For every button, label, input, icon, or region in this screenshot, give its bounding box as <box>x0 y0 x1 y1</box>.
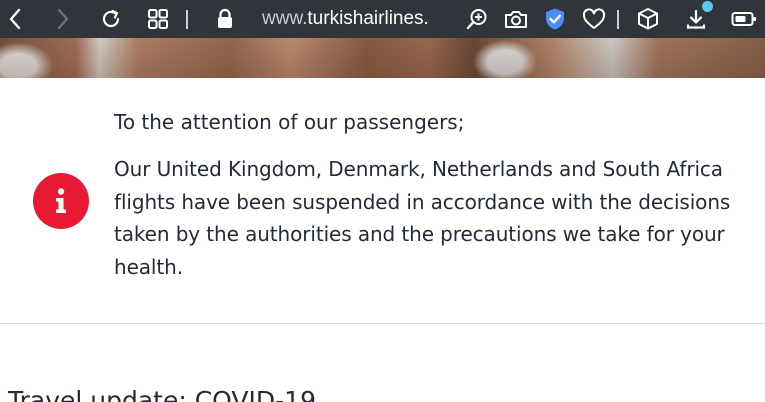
battery-icon[interactable] <box>730 0 758 38</box>
forward-icon[interactable] <box>52 0 74 38</box>
heart-icon[interactable] <box>581 0 607 38</box>
reload-icon[interactable] <box>98 0 124 38</box>
shield-check-icon[interactable] <box>543 0 567 38</box>
browser-toolbar: www.turkishairlines. <box>0 0 765 38</box>
download-badge-dot <box>702 1 713 12</box>
address-bar-url[interactable]: www.turkishairlines. <box>262 6 448 32</box>
hero-image <box>0 38 765 78</box>
url-prefix: www. <box>262 8 308 29</box>
camera-icon[interactable] <box>503 0 529 38</box>
back-icon[interactable] <box>4 0 26 38</box>
travel-update-heading[interactable]: Travel update: COVID-19 <box>8 384 748 402</box>
section-divider <box>0 323 765 324</box>
toolbar-separator <box>186 10 188 29</box>
tabs-grid-icon[interactable] <box>145 0 171 38</box>
hero-shade <box>0 38 765 78</box>
zoom-in-icon[interactable] <box>464 0 490 38</box>
url-host: turkishairlines. <box>307 8 429 29</box>
notice-title: To the attention of our passengers; <box>114 110 465 134</box>
info-icon <box>33 173 89 229</box>
lock-icon[interactable] <box>214 0 236 38</box>
notice-body: Our United Kingdom, Denmark, Netherlands… <box>114 157 731 279</box>
toolbar-separator-2 <box>617 10 619 29</box>
box-icon[interactable] <box>636 0 660 38</box>
